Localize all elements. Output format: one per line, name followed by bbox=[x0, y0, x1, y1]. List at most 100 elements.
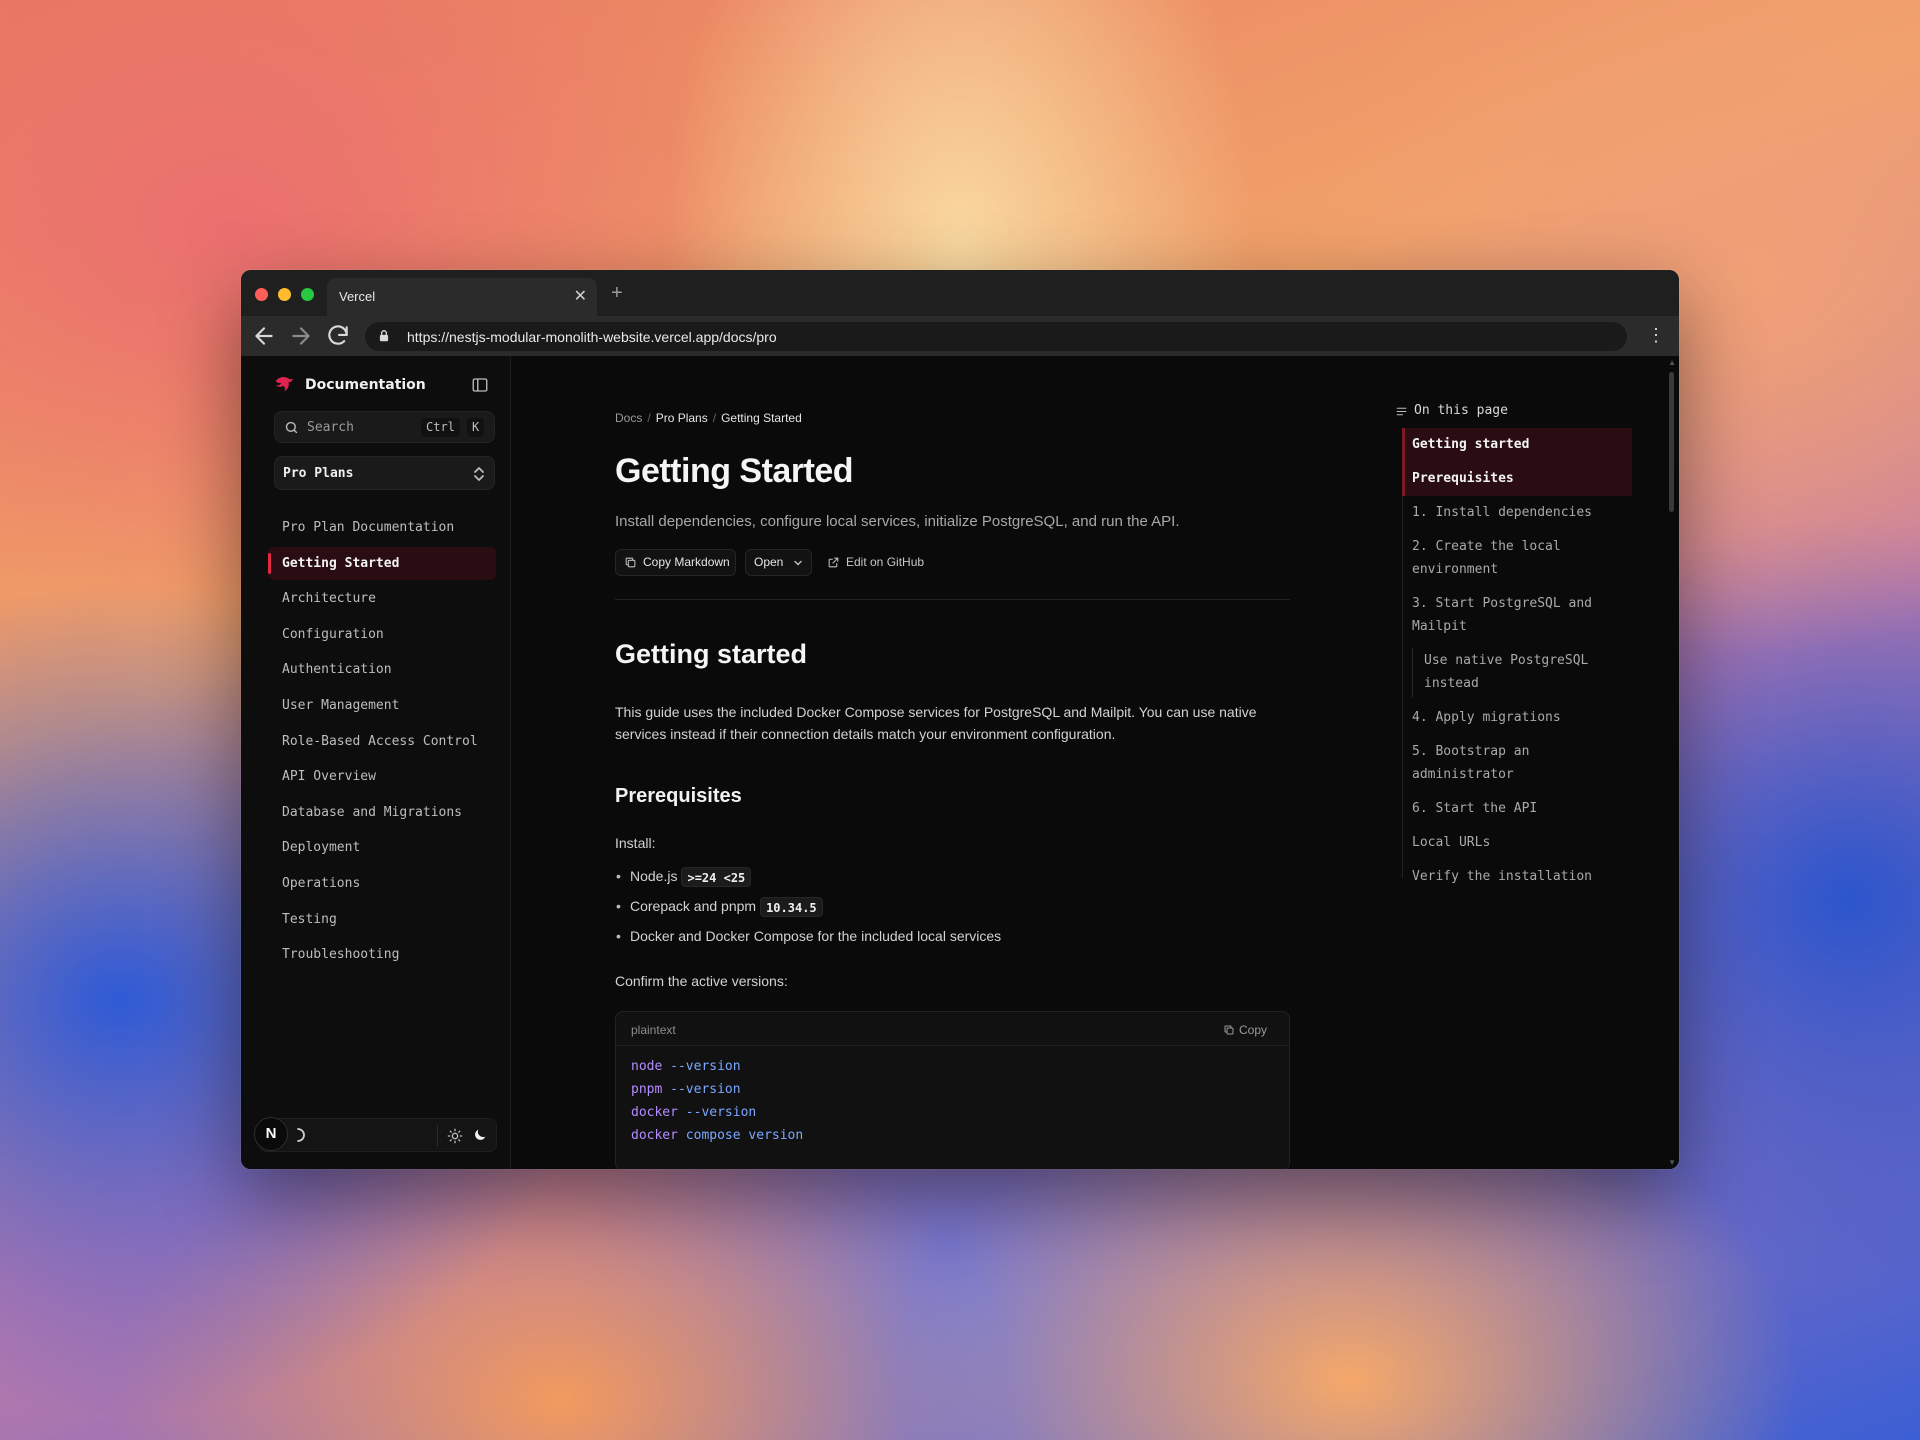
close-tab-icon[interactable]: ✕ bbox=[574, 286, 587, 306]
sidebar-item-deployment[interactable]: Deployment bbox=[268, 831, 496, 864]
address-bar[interactable]: https://nestjs-modular-monolith-website.… bbox=[365, 322, 1627, 351]
scroll-down-arrow[interactable]: ▼ bbox=[1668, 1158, 1676, 1167]
prerequisites-list: Node.js>=24 <25Corepack and pnpm10.34.5D… bbox=[615, 861, 1001, 951]
code-language: plaintext bbox=[631, 1023, 676, 1037]
breadcrumb-separator: / bbox=[712, 411, 717, 425]
breadcrumb-docs[interactable]: Docs bbox=[615, 411, 642, 425]
toc-item[interactable]: Prerequisites bbox=[1402, 462, 1632, 496]
docs-page: Documentation Search Ctrl K Pro Plans Pr… bbox=[241, 356, 1679, 1169]
close-window-button[interactable] bbox=[255, 288, 268, 301]
code-line: node --version bbox=[631, 1055, 803, 1078]
reload-icon[interactable] bbox=[325, 323, 351, 349]
forward-arrow-icon[interactable] bbox=[288, 323, 314, 349]
code-line: docker --version bbox=[631, 1101, 803, 1124]
shortcut-ctrl-key: Ctrl bbox=[421, 418, 460, 437]
edit-on-github-link[interactable]: Edit on GitHub bbox=[827, 549, 924, 576]
code-block-header: plaintext Copy bbox=[616, 1012, 1289, 1046]
browser-menu-icon[interactable]: ⋮ bbox=[1647, 325, 1665, 346]
scroll-up-arrow[interactable]: ▲ bbox=[1668, 358, 1676, 367]
open-dropdown-button[interactable]: Open bbox=[745, 549, 812, 576]
external-link-icon bbox=[828, 557, 839, 568]
tab-bar: Vercel ✕ + bbox=[241, 270, 1679, 316]
copy-icon bbox=[625, 557, 636, 568]
copy-icon bbox=[1224, 1025, 1234, 1035]
copy-markdown-button[interactable]: Copy Markdown bbox=[615, 549, 736, 576]
loading-spinner-icon bbox=[297, 1128, 305, 1142]
shortcut-k-key: K bbox=[467, 418, 485, 437]
page-description: Install dependencies, configure local se… bbox=[615, 513, 1180, 530]
chevron-up-down-icon bbox=[474, 467, 484, 481]
toc-item[interactable]: 3. Start PostgreSQL and Mailpit bbox=[1402, 587, 1632, 644]
sidebar-item-troubleshooting[interactable]: Troubleshooting bbox=[268, 938, 496, 971]
sidebar-item-database-and-migrations[interactable]: Database and Migrations bbox=[268, 796, 496, 829]
code-lines: node --version pnpm --version docker --ver… bbox=[631, 1055, 803, 1147]
sidebar-item-getting-started[interactable]: Getting Started bbox=[268, 546, 496, 580]
code-copy-button[interactable]: Copy bbox=[1223, 1023, 1267, 1037]
prerequisite-text: Node.js bbox=[630, 868, 678, 884]
toc-item[interactable]: 6. Start the API bbox=[1402, 792, 1632, 826]
table-of-contents: On this page Getting started Prerequisite… bbox=[1395, 356, 1635, 1169]
next-badge[interactable]: N bbox=[254, 1117, 288, 1151]
sidebar-item-testing[interactable]: Testing bbox=[268, 903, 496, 936]
toc-list: Getting started Prerequisites 1. Install d… bbox=[1402, 428, 1632, 894]
code-arguments: --version bbox=[670, 1082, 741, 1097]
plan-selector[interactable]: Pro Plans bbox=[274, 456, 495, 490]
search-icon bbox=[285, 421, 298, 434]
install-label: Install: bbox=[615, 835, 656, 851]
toc-heading-label: On this page bbox=[1414, 403, 1508, 418]
sidebar-item-pro-plan-documentation[interactable]: Pro Plan Documentation bbox=[268, 511, 496, 544]
sidebar-brand-title[interactable]: Documentation bbox=[305, 377, 426, 393]
moon-icon[interactable] bbox=[472, 1127, 488, 1143]
back-arrow-icon[interactable] bbox=[251, 323, 277, 349]
sidebar-item-operations[interactable]: Operations bbox=[268, 867, 496, 900]
toc-item[interactable]: Verify the installation bbox=[1402, 860, 1632, 894]
confirm-label: Confirm the active versions: bbox=[615, 973, 788, 989]
sidebar-item-api-overview[interactable]: API Overview bbox=[268, 760, 496, 793]
code-command: docker bbox=[631, 1105, 678, 1120]
toc-item[interactable]: 4. Apply migrations bbox=[1402, 701, 1632, 735]
code-command: pnpm bbox=[631, 1082, 663, 1097]
url-text: https://nestjs-modular-monolith-website.… bbox=[407, 329, 777, 345]
nestjs-logo-icon[interactable] bbox=[273, 374, 295, 396]
toc-heading: On this page bbox=[1395, 403, 1508, 418]
code-line: docker compose version bbox=[631, 1124, 803, 1147]
toc-item[interactable]: Use native PostgreSQL instead bbox=[1402, 644, 1632, 701]
section-heading-getting-started: Getting started bbox=[615, 639, 808, 669]
code-line: pnpm --version bbox=[631, 1078, 803, 1101]
code-block: plaintext Copy node --version pnpm --vers… bbox=[615, 1011, 1290, 1169]
browser-window: Vercel ✕ + https://nestjs-modular-monoli… bbox=[241, 270, 1679, 1169]
sidebar-item-architecture[interactable]: Architecture bbox=[268, 582, 496, 615]
toc-item[interactable]: 1. Install dependencies bbox=[1402, 496, 1632, 530]
breadcrumb-separator: / bbox=[647, 411, 651, 425]
code-arguments: --version bbox=[685, 1105, 757, 1120]
sidebar-footer: N bbox=[254, 1117, 497, 1152]
maximize-window-button[interactable] bbox=[301, 288, 314, 301]
list-item: Corepack and pnpm10.34.5 bbox=[615, 891, 1001, 921]
sidebar-item-user-management[interactable]: User Management bbox=[268, 689, 496, 722]
page-title: Getting Started bbox=[615, 452, 854, 490]
toc-item[interactable]: 5. Bootstrap an administrator bbox=[1402, 735, 1632, 792]
page-scrollbar[interactable] bbox=[1669, 372, 1674, 512]
sidebar-item-role-based-access-control[interactable]: Role-Based Access Control bbox=[268, 725, 496, 758]
breadcrumb-pro-plans[interactable]: Pro Plans bbox=[656, 411, 708, 425]
sidebar-item-configuration[interactable]: Configuration bbox=[268, 618, 496, 651]
sidebar-toggle-icon[interactable] bbox=[471, 376, 489, 394]
browser-tab[interactable]: Vercel ✕ bbox=[327, 278, 597, 316]
section-paragraph: This guide uses the included Docker Comp… bbox=[615, 704, 1257, 742]
main-content: Docs / Pro Plans / Getting Started Getting S… bbox=[615, 356, 1295, 1169]
sidebar-nav: Pro Plan Documentation Getting Started Arc… bbox=[268, 511, 496, 974]
browser-toolbar: https://nestjs-modular-monolith-website.… bbox=[241, 316, 1679, 356]
sidebar-item-authentication[interactable]: Authentication bbox=[268, 653, 496, 686]
minimize-window-button[interactable] bbox=[278, 288, 291, 301]
lock-icon bbox=[379, 330, 389, 342]
search-input[interactable]: Search Ctrl K bbox=[274, 411, 495, 443]
toc-item[interactable]: 2. Create the local environment bbox=[1402, 530, 1632, 587]
toc-item[interactable]: Getting started bbox=[1402, 428, 1632, 462]
search-placeholder: Search bbox=[307, 420, 354, 435]
content-divider bbox=[615, 599, 1290, 600]
inline-code: 10.34.5 bbox=[760, 897, 823, 918]
sidebar: Documentation Search Ctrl K Pro Plans Pr… bbox=[241, 356, 511, 1169]
new-tab-button[interactable]: + bbox=[611, 282, 623, 305]
toc-item[interactable]: Local URLs bbox=[1402, 826, 1632, 860]
sun-icon[interactable] bbox=[447, 1128, 463, 1144]
